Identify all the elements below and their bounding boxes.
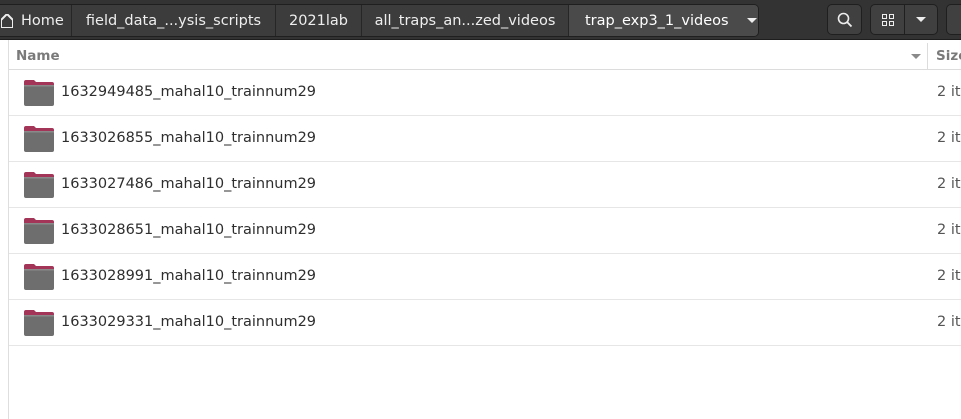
column-size-header[interactable]: Size xyxy=(936,48,961,64)
folder-icon xyxy=(24,310,54,336)
view-options-button[interactable] xyxy=(904,4,938,35)
view-toggle-button[interactable] xyxy=(870,4,905,35)
breadcrumb-current-folder[interactable]: trap_exp3_1_videos xyxy=(569,5,758,36)
breadcrumb-home[interactable]: Home xyxy=(0,5,72,36)
list-item[interactable]: 1632949485_mahal10_trainnum29 2 ite xyxy=(9,70,961,116)
sort-arrow-icon[interactable] xyxy=(911,54,921,59)
breadcrumb-field-data[interactable]: field_data_...ysis_scripts xyxy=(72,5,276,36)
file-size: 2 ite xyxy=(937,176,961,192)
breadcrumb-label: trap_exp3_1_videos xyxy=(585,12,729,29)
folder-icon xyxy=(24,80,54,106)
file-name: 1633029331_mahal10_trainnum29 xyxy=(61,314,317,330)
menu-button[interactable] xyxy=(946,4,961,35)
file-size: 2 ite xyxy=(937,222,961,238)
folder-icon xyxy=(24,126,54,152)
chevron-down-icon xyxy=(746,18,757,23)
column-divider[interactable] xyxy=(927,43,928,70)
header-bar: Home field_data_...ysis_scripts 2021lab … xyxy=(0,0,961,40)
file-name: 1633026855_mahal10_trainnum29 xyxy=(61,130,317,146)
breadcrumb-label: Home xyxy=(21,12,64,29)
breadcrumb-2021lab[interactable]: 2021lab xyxy=(276,5,362,36)
breadcrumb: Home field_data_...ysis_scripts 2021lab … xyxy=(0,4,759,37)
breadcrumb-label: all_traps_an...zed_videos xyxy=(374,12,556,29)
list-item[interactable]: 1633029331_mahal10_trainnum29 2 ite xyxy=(9,300,961,346)
file-list: Name Size 1632949485_mahal10_trainnum29 … xyxy=(8,40,961,419)
file-name: 1632949485_mahal10_trainnum29 xyxy=(61,84,317,100)
file-name: 1633028991_mahal10_trainnum29 xyxy=(61,268,317,284)
column-header: Name Size xyxy=(9,43,961,70)
column-name-header[interactable]: Name xyxy=(16,48,60,64)
file-name: 1633028651_mahal10_trainnum29 xyxy=(61,222,317,238)
grid-view-icon xyxy=(881,13,894,26)
list-item[interactable]: 1633028651_mahal10_trainnum29 2 ite xyxy=(9,208,961,254)
folder-icon xyxy=(24,264,54,290)
breadcrumb-all-traps[interactable]: all_traps_an...zed_videos xyxy=(362,5,569,36)
file-size: 2 ite xyxy=(937,314,961,330)
breadcrumb-label: field_data_...ysis_scripts xyxy=(85,12,262,29)
chevron-down-icon xyxy=(916,17,926,22)
file-size: 2 ite xyxy=(937,130,961,146)
search-icon xyxy=(837,12,852,27)
search-button[interactable] xyxy=(827,4,862,35)
breadcrumb-label: 2021lab xyxy=(288,12,349,29)
file-size: 2 ite xyxy=(937,268,961,284)
file-name: 1633027486_mahal10_trainnum29 xyxy=(61,176,317,192)
folder-icon xyxy=(24,172,54,198)
home-icon xyxy=(0,12,14,29)
file-size: 2 ite xyxy=(937,84,961,100)
list-item[interactable]: 1633028991_mahal10_trainnum29 2 ite xyxy=(9,254,961,300)
list-item[interactable]: 1633027486_mahal10_trainnum29 2 ite xyxy=(9,162,961,208)
list-item[interactable]: 1633026855_mahal10_trainnum29 2 ite xyxy=(9,116,961,162)
folder-icon xyxy=(24,218,54,244)
